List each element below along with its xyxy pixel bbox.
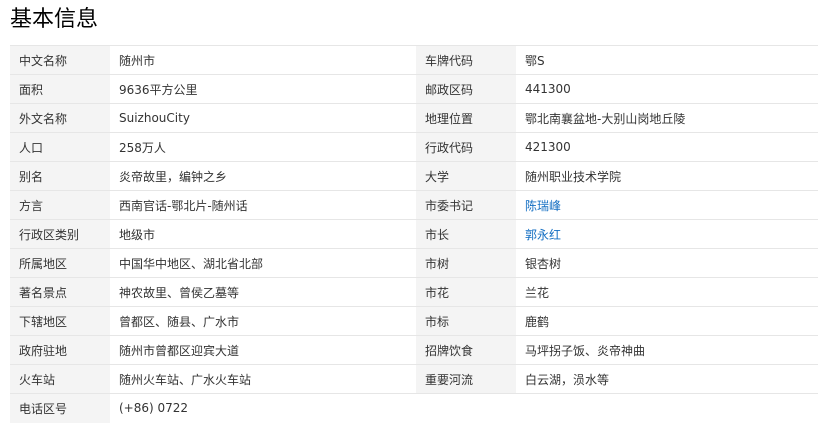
label-party-secretary: 市委书记 [416,190,516,220]
value-postal-code: 441300 [516,74,818,104]
value-chinese-name: 随州市 [110,45,416,75]
label-subdivisions: 下辖地区 [10,306,110,336]
value-attractions: 神农故里、曾侯乙墓等 [110,277,416,307]
empty-cell [516,393,818,423]
label-population: 人口 [10,132,110,162]
value-city-tree: 银杏树 [516,248,818,278]
value-foreign-name: SuizhouCity [110,103,416,133]
label-chinese-name: 中文名称 [10,45,110,75]
value-area-code: (+86) 0722 [110,393,416,423]
table-row: 政府驻地 随州市曾都区迎宾大道 招牌饮食 马坪拐子饭、炎帝神曲 [10,335,818,365]
value-university: 随州职业技术学院 [516,161,818,191]
label-plate-code: 车牌代码 [416,45,516,75]
label-region: 所属地区 [10,248,110,278]
value-region: 中国华中地区、湖北省北部 [110,248,416,278]
label-city-symbol: 市标 [416,306,516,336]
value-city-flower: 兰花 [516,277,818,307]
table-row: 中文名称 随州市 车牌代码 鄂S [10,45,818,75]
label-mayor: 市长 [416,219,516,249]
table-row: 下辖地区 曾都区、随县、广水市 市标 鹿鹤 [10,306,818,336]
table-row: 行政区类别 地级市 市长 郭永红 [10,219,818,249]
label-attractions: 著名景点 [10,277,110,307]
value-subdivisions: 曾都区、随县、广水市 [110,306,416,336]
label-dialect: 方言 [10,190,110,220]
table-row: 面积 9636平方公里 邮政区码 441300 [10,74,818,104]
table-row: 电话区号 (+86) 0722 [10,393,818,423]
label-location: 地理位置 [416,103,516,133]
table-row: 方言 西南官话-鄂北片-随州话 市委书记 陈瑞峰 [10,190,818,220]
label-city-tree: 市树 [416,248,516,278]
label-train-station: 火车站 [10,364,110,394]
section-title: 基本信息 [10,7,99,32]
value-dialect: 西南官话-鄂北片-随州话 [110,190,416,220]
value-alias: 炎帝故里，编钟之乡 [110,161,416,191]
label-admin-code: 行政代码 [416,132,516,162]
value-plate-code: 鄂S [516,45,818,75]
label-signature-food: 招牌饮食 [416,335,516,365]
value-train-station: 随州火车站、广水火车站 [110,364,416,394]
value-area: 9636平方公里 [110,74,416,104]
table-row: 别名 炎帝故里，编钟之乡 大学 随州职业技术学院 [10,161,818,191]
table-row: 外文名称 SuizhouCity 地理位置 鄂北南襄盆地-大别山岗地丘陵 [10,103,818,133]
value-admin-code: 421300 [516,132,818,162]
table-row: 人口 258万人 行政代码 421300 [10,132,818,162]
party-secretary-link[interactable]: 陈瑞峰 [516,190,818,220]
label-foreign-name: 外文名称 [10,103,110,133]
mayor-link[interactable]: 郭永红 [516,219,818,249]
label-postal-code: 邮政区码 [416,74,516,104]
label-government-seat: 政府驻地 [10,335,110,365]
value-city-symbol: 鹿鹤 [516,306,818,336]
label-university: 大学 [416,161,516,191]
label-admin-type: 行政区类别 [10,219,110,249]
value-population: 258万人 [110,132,416,162]
label-area: 面积 [10,74,110,104]
label-rivers: 重要河流 [416,364,516,394]
empty-cell [416,393,516,423]
value-location: 鄂北南襄盆地-大别山岗地丘陵 [516,103,818,133]
label-city-flower: 市花 [416,277,516,307]
basic-info-table: 中文名称 随州市 车牌代码 鄂S 面积 9636平方公里 邮政区码 441300… [10,45,818,423]
table-row: 火车站 随州火车站、广水火车站 重要河流 白云湖，涢水等 [10,364,818,394]
label-alias: 别名 [10,161,110,191]
table-row: 所属地区 中国华中地区、湖北省北部 市树 银杏树 [10,248,818,278]
table-row: 著名景点 神农故里、曾侯乙墓等 市花 兰花 [10,277,818,307]
label-area-code: 电话区号 [10,393,110,423]
value-admin-type: 地级市 [110,219,416,249]
value-signature-food: 马坪拐子饭、炎帝神曲 [516,335,818,365]
value-government-seat: 随州市曾都区迎宾大道 [110,335,416,365]
value-rivers: 白云湖，涢水等 [516,364,818,394]
